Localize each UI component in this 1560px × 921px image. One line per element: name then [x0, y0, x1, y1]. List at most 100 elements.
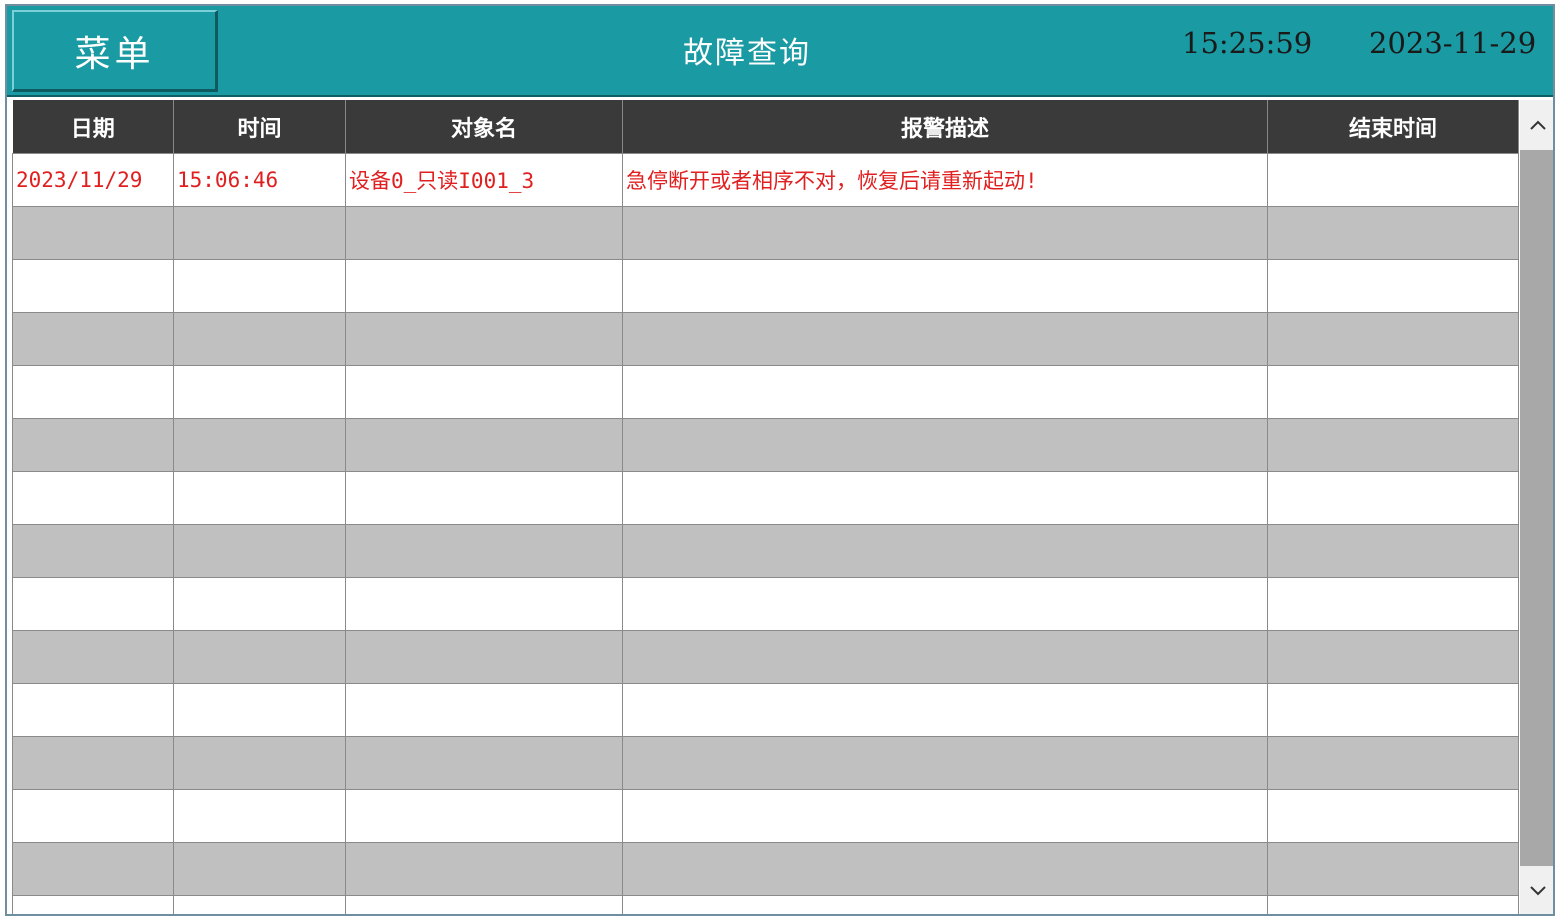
cell-object-name — [345, 524, 623, 578]
cell-time: 15:06:46 — [173, 153, 346, 207]
cell-time — [173, 736, 346, 790]
alarm-table-area: 日期 时间 对象名 报警描述 结束时间 2023/11/29 15:06:46 设备… — [12, 100, 1553, 914]
table-row[interactable] — [12, 312, 1519, 366]
cell-end-time — [1267, 577, 1519, 631]
cell-end-time — [1267, 153, 1519, 207]
cell-time — [173, 577, 346, 631]
table-header-row: 日期 时间 对象名 报警描述 结束时间 — [12, 100, 1519, 154]
vertical-scrollbar[interactable] — [1520, 100, 1553, 914]
cell-time — [173, 630, 346, 684]
cell-object-name — [345, 577, 623, 631]
table-row[interactable] — [12, 259, 1519, 313]
scroll-down-button[interactable] — [1520, 866, 1553, 914]
cell-date — [12, 365, 174, 419]
chevron-down-icon — [1530, 886, 1546, 896]
cell-object-name — [345, 312, 623, 366]
cell-date — [12, 577, 174, 631]
page-title: 故障查询 — [683, 36, 811, 71]
table-body: 2023/11/29 15:06:46 设备0_只读I001_3 急停断开或者相序不对… — [12, 153, 1519, 914]
cell-end-time — [1267, 471, 1519, 525]
cell-time — [173, 842, 346, 896]
cell-date — [12, 895, 174, 914]
cell-date — [12, 683, 174, 737]
cell-end-time — [1267, 524, 1519, 578]
table-row[interactable] — [12, 206, 1519, 260]
cell-end-time — [1267, 630, 1519, 684]
table-row[interactable] — [12, 524, 1519, 578]
cell-description — [622, 206, 1268, 260]
cell-end-time — [1267, 259, 1519, 313]
table-row[interactable] — [12, 418, 1519, 472]
chevron-up-icon — [1530, 120, 1546, 130]
column-header-end-time[interactable]: 结束时间 — [1267, 100, 1519, 154]
cell-date: 2023/11/29 — [12, 153, 174, 207]
menu-button[interactable]: 菜单 — [12, 10, 218, 92]
header-bar: 菜单 故障查询 15:25:59 2023-11-29 — [7, 6, 1553, 97]
cell-object-name — [345, 259, 623, 313]
table-row[interactable] — [12, 471, 1519, 525]
column-header-description[interactable]: 报警描述 — [622, 100, 1268, 154]
cell-description — [622, 365, 1268, 419]
table-row[interactable] — [12, 577, 1519, 631]
cell-date — [12, 418, 174, 472]
column-header-date[interactable]: 日期 — [12, 100, 174, 154]
cell-date — [12, 312, 174, 366]
column-header-time[interactable]: 时间 — [173, 100, 346, 154]
cell-time — [173, 895, 346, 914]
cell-date — [12, 630, 174, 684]
cell-date — [12, 524, 174, 578]
cell-time — [173, 683, 346, 737]
cell-description — [622, 418, 1268, 472]
cell-object-name — [345, 683, 623, 737]
cell-object-name — [345, 736, 623, 790]
cell-time — [173, 259, 346, 313]
cell-object-name — [345, 630, 623, 684]
cell-date — [12, 259, 174, 313]
cell-description — [622, 736, 1268, 790]
cell-end-time — [1267, 312, 1519, 366]
clock-date: 2023-11-29 — [1369, 26, 1537, 60]
table-row[interactable] — [12, 789, 1519, 843]
cell-description — [622, 895, 1268, 914]
cell-end-time — [1267, 895, 1519, 914]
cell-description — [622, 471, 1268, 525]
cell-object-name — [345, 206, 623, 260]
cell-description — [622, 683, 1268, 737]
table-row[interactable] — [12, 683, 1519, 737]
cell-end-time — [1267, 842, 1519, 896]
cell-end-time — [1267, 683, 1519, 737]
cell-date — [12, 736, 174, 790]
cell-end-time — [1267, 789, 1519, 843]
cell-time — [173, 312, 346, 366]
cell-end-time — [1267, 418, 1519, 472]
table-row[interactable] — [12, 630, 1519, 684]
cell-object-name — [345, 471, 623, 525]
cell-time — [173, 471, 346, 525]
cell-object-name — [345, 842, 623, 896]
cell-end-time — [1267, 365, 1519, 419]
cell-time — [173, 206, 346, 260]
table-row[interactable] — [12, 736, 1519, 790]
cell-object-name — [345, 895, 623, 914]
scroll-up-button[interactable] — [1520, 100, 1553, 150]
table-row[interactable] — [12, 842, 1519, 896]
cell-description — [622, 524, 1268, 578]
cell-time — [173, 418, 346, 472]
cell-time — [173, 789, 346, 843]
cell-description: 急停断开或者相序不对，恢复后请重新起动! — [622, 153, 1268, 207]
cell-time — [173, 524, 346, 578]
cell-object-name: 设备0_只读I001_3 — [345, 153, 623, 207]
cell-description — [622, 577, 1268, 631]
table-row[interactable]: 2023/11/29 15:06:46 设备0_只读I001_3 急停断开或者相序不对… — [12, 153, 1519, 207]
table-row[interactable] — [12, 895, 1519, 914]
cell-object-name — [345, 789, 623, 843]
cell-description — [622, 312, 1268, 366]
cell-description — [622, 259, 1268, 313]
table-row[interactable] — [12, 365, 1519, 419]
column-header-object-name[interactable]: 对象名 — [345, 100, 623, 154]
cell-date — [12, 842, 174, 896]
cell-end-time — [1267, 736, 1519, 790]
cell-date — [12, 471, 174, 525]
cell-date — [12, 789, 174, 843]
alarm-table: 日期 时间 对象名 报警描述 结束时间 2023/11/29 15:06:46 设备… — [12, 100, 1519, 914]
